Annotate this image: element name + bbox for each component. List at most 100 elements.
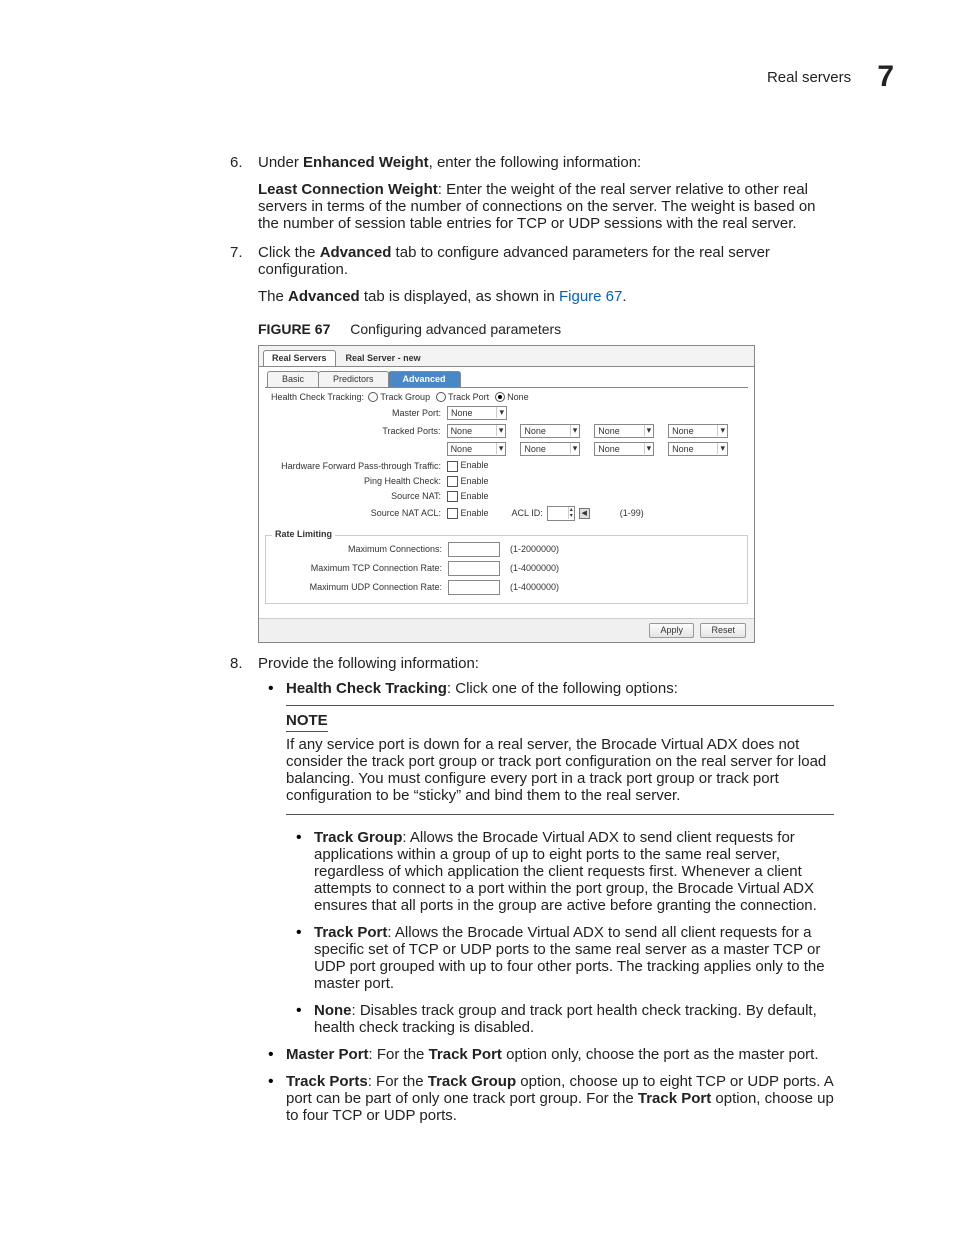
figure-link[interactable]: Figure 67 bbox=[559, 288, 622, 305]
checkbox-label: Enable bbox=[461, 460, 489, 470]
tab-predictors[interactable]: Predictors bbox=[318, 371, 389, 387]
text-bold: Track Port bbox=[638, 1090, 711, 1107]
checkbox-source-nat-acl[interactable]: Enable bbox=[447, 508, 489, 519]
label: Tracked Ports: bbox=[271, 426, 447, 437]
step-6: 6. Under Enhanced Weight, enter the foll… bbox=[230, 154, 834, 232]
text: : Allows the Brocade Virtual ADX to send… bbox=[314, 924, 825, 992]
text: , enter the following information: bbox=[429, 154, 642, 171]
radio-track-group[interactable]: Track Group bbox=[368, 392, 430, 403]
text: : For the bbox=[368, 1073, 428, 1090]
radio-label: Track Port bbox=[448, 392, 489, 402]
tracked-port-select[interactable]: None bbox=[594, 424, 654, 438]
content: 6. Under Enhanced Weight, enter the foll… bbox=[230, 154, 834, 1124]
step-7: 7. Click the Advanced tab to configure a… bbox=[230, 244, 834, 643]
label: Ping Health Check: bbox=[271, 476, 447, 487]
acl-id-input[interactable] bbox=[547, 506, 575, 521]
figure-advanced-tab: Real Servers Real Server - new Basic Pre… bbox=[258, 345, 755, 643]
step-list: 6. Under Enhanced Weight, enter the foll… bbox=[230, 154, 834, 1124]
text-bold: Track Group bbox=[314, 829, 402, 846]
text-bold: Track Ports bbox=[286, 1073, 368, 1090]
rate-limiting-group: Rate Limiting Maximum Connections: (1-20… bbox=[265, 535, 748, 604]
checkbox-ping[interactable]: Enable bbox=[447, 476, 489, 487]
max-tcp-input[interactable] bbox=[448, 561, 500, 576]
text-bold: Enhanced Weight bbox=[303, 154, 429, 171]
radio-icon bbox=[495, 392, 505, 402]
subtab-bar: Basic Predictors Advanced bbox=[259, 367, 754, 387]
bullet-master-port: Master Port: For the Track Port option o… bbox=[258, 1046, 834, 1063]
checkbox-icon bbox=[447, 476, 458, 487]
tracked-port-select[interactable]: None bbox=[520, 424, 580, 438]
label: Health Check Tracking: bbox=[271, 392, 368, 403]
row-tracked-ports-1: Tracked Ports: None None None None bbox=[271, 424, 742, 438]
reset-button[interactable]: Reset bbox=[700, 623, 746, 638]
range-hint: (1-99) bbox=[620, 508, 644, 519]
label: Maximum UDP Connection Rate: bbox=[272, 582, 448, 593]
page-header: Real servers 7 bbox=[60, 60, 894, 94]
figure-caption: FIGURE 67 Configuring advanced parameter… bbox=[258, 321, 834, 337]
row-source-nat-acl: Source NAT ACL: Enable ACL ID: ◀ (1-99) bbox=[271, 506, 742, 521]
text-bold: Health Check Tracking bbox=[286, 680, 447, 697]
tab-basic[interactable]: Basic bbox=[267, 371, 319, 387]
tab-real-servers[interactable]: Real Servers bbox=[263, 350, 336, 366]
tracked-port-select[interactable]: None bbox=[447, 424, 507, 438]
label: Maximum TCP Connection Rate: bbox=[272, 563, 448, 574]
step-number: 6. bbox=[230, 154, 243, 171]
note-body: If any service port is down for a real s… bbox=[286, 736, 834, 804]
clear-icon[interactable]: ◀ bbox=[579, 508, 590, 519]
row-max-udp: Maximum UDP Connection Rate: (1-4000000) bbox=[272, 580, 741, 595]
header-section: Real servers bbox=[767, 69, 851, 86]
radio-icon bbox=[436, 392, 446, 402]
bullet-health-check-tracking: Health Check Tracking: Click one of the … bbox=[258, 680, 834, 1036]
step8-bullets: Health Check Tracking: Click one of the … bbox=[258, 680, 834, 1124]
row-max-tcp: Maximum TCP Connection Rate: (1-4000000) bbox=[272, 561, 741, 576]
text-bold: None bbox=[314, 1002, 352, 1019]
tracked-port-select[interactable]: None bbox=[520, 442, 580, 456]
text: The bbox=[258, 288, 288, 305]
bullet-track-ports: Track Ports: For the Track Group option,… bbox=[258, 1073, 834, 1124]
tracked-port-select[interactable]: None bbox=[668, 424, 728, 438]
tracked-port-select[interactable]: None bbox=[447, 442, 507, 456]
tracked-port-select[interactable]: None bbox=[594, 442, 654, 456]
text: : For the bbox=[369, 1046, 429, 1063]
master-port-select[interactable]: None bbox=[447, 406, 507, 420]
max-conn-input[interactable] bbox=[448, 542, 500, 557]
checkbox-source-nat[interactable]: Enable bbox=[447, 491, 489, 502]
range-hint: (1-2000000) bbox=[510, 544, 559, 555]
button-bar: Apply Reset bbox=[259, 618, 754, 642]
max-udp-input[interactable] bbox=[448, 580, 500, 595]
row-master-port: Master Port: None bbox=[271, 406, 742, 420]
window-tabbar: Real Servers Real Server - new bbox=[259, 346, 754, 367]
text: option only, choose the port as the mast… bbox=[502, 1046, 819, 1063]
row-max-conn: Maximum Connections: (1-2000000) bbox=[272, 542, 741, 557]
apply-button[interactable]: Apply bbox=[649, 623, 694, 638]
step-number: 7. bbox=[230, 244, 243, 261]
checkbox-icon bbox=[447, 461, 458, 472]
bullet-track-port: Track Port: Allows the Brocade Virtual A… bbox=[286, 924, 834, 992]
checkbox-hw-forward[interactable]: Enable bbox=[447, 460, 489, 471]
radio-track-port[interactable]: Track Port bbox=[436, 392, 490, 403]
tracked-port-select[interactable]: None bbox=[668, 442, 728, 456]
step7-line2: The Advanced tab is displayed, as shown … bbox=[258, 288, 834, 305]
page: Real servers 7 6. Under Enhanced Weight,… bbox=[0, 0, 954, 1235]
text-bold: Advanced bbox=[288, 288, 360, 305]
range-hint: (1-4000000) bbox=[510, 582, 559, 593]
bullet-track-group: Track Group: Allows the Brocade Virtual … bbox=[286, 829, 834, 914]
radio-icon bbox=[368, 392, 378, 402]
text-bold: Track Port bbox=[429, 1046, 502, 1063]
step-8: 8. Provide the following information: He… bbox=[230, 655, 834, 1124]
step8-intro: Provide the following information: bbox=[258, 655, 479, 672]
tab-advanced[interactable]: Advanced bbox=[388, 371, 461, 387]
step-number: 8. bbox=[230, 655, 243, 672]
text: Under bbox=[258, 154, 303, 171]
label: Master Port: bbox=[271, 408, 447, 419]
label-acl-id: ACL ID: bbox=[512, 508, 543, 519]
bullet-none: None: Disables track group and track por… bbox=[286, 1002, 834, 1036]
checkbox-icon bbox=[447, 508, 458, 519]
range-hint: (1-4000000) bbox=[510, 563, 559, 574]
radio-none[interactable]: None bbox=[495, 392, 529, 403]
text-bold: Advanced bbox=[320, 244, 392, 261]
hct-options: Track Group : Allows the Brocade Virtual … bbox=[286, 829, 834, 1036]
step6-sub: Least Connection Weight: Enter the weigh… bbox=[258, 181, 834, 232]
text: : Click one of the following options: bbox=[447, 680, 678, 697]
form-body: Health Check Tracking: Track Group Track… bbox=[265, 387, 748, 527]
